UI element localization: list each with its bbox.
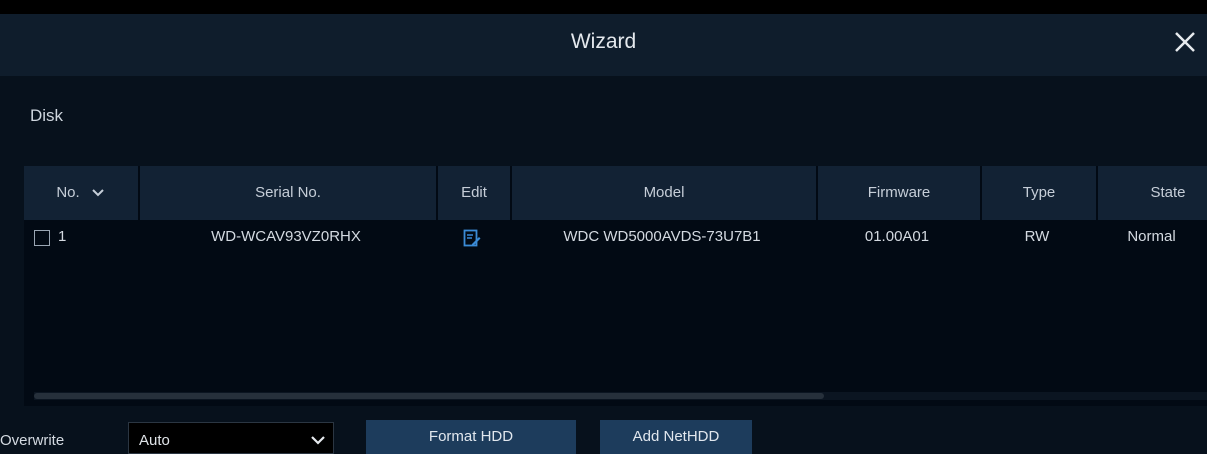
- chevron-down-icon: [311, 433, 325, 445]
- column-header-state: State: [1096, 166, 1207, 220]
- row-checkbox[interactable]: [34, 230, 50, 246]
- column-header-type: Type: [980, 166, 1096, 220]
- cell-model: WDC WD5000AVDS-73U7B1: [563, 228, 761, 245]
- table-header: No. Serial No. Edit Model Firmware Type …: [24, 166, 1207, 220]
- horizontal-scrollbar[interactable]: [34, 392, 1207, 400]
- overwrite-value: Auto: [139, 432, 170, 449]
- column-label-no: No.: [56, 184, 80, 201]
- dialog-title: Wizard: [570, 30, 637, 53]
- column-header-model: Model: [510, 166, 816, 220]
- column-header-firmware: Firmware: [816, 166, 980, 220]
- disk-table: No. Serial No. Edit Model Firmware Type …: [24, 166, 1207, 406]
- overwrite-label: Overwrite: [0, 432, 65, 449]
- cell-serial: WD-WCAV93VZ0RHX: [211, 228, 361, 245]
- dialog-titlebar: Wizard: [0, 14, 1207, 76]
- cell-edit: [436, 222, 508, 252]
- chevron-down-icon[interactable]: [91, 166, 104, 220]
- cell-no: 1: [58, 228, 67, 245]
- cell-type: RW: [1024, 228, 1050, 245]
- column-header-no[interactable]: No.: [24, 166, 136, 220]
- column-header-edit: Edit: [436, 166, 510, 220]
- format-hdd-button[interactable]: Format HDD: [366, 420, 576, 454]
- table-row[interactable]: 1 WD-WCAV93VZ0RHX WDC WD5000AVDS-73U7B1 …: [24, 222, 1207, 252]
- close-icon[interactable]: [1171, 28, 1199, 56]
- cell-firmware: 01.00A01: [864, 228, 930, 245]
- column-header-serial: Serial No.: [138, 166, 436, 220]
- add-nethdd-button[interactable]: Add NetHDD: [600, 420, 752, 454]
- scrollbar-thumb[interactable]: [34, 393, 824, 399]
- overwrite-select[interactable]: Auto: [128, 422, 334, 454]
- cell-state: Normal: [1127, 228, 1176, 245]
- edit-icon[interactable]: [463, 228, 481, 252]
- footer-bar: Overwrite Auto Format HDD Add NetHDD: [0, 420, 1207, 454]
- section-title: Disk: [30, 106, 64, 125]
